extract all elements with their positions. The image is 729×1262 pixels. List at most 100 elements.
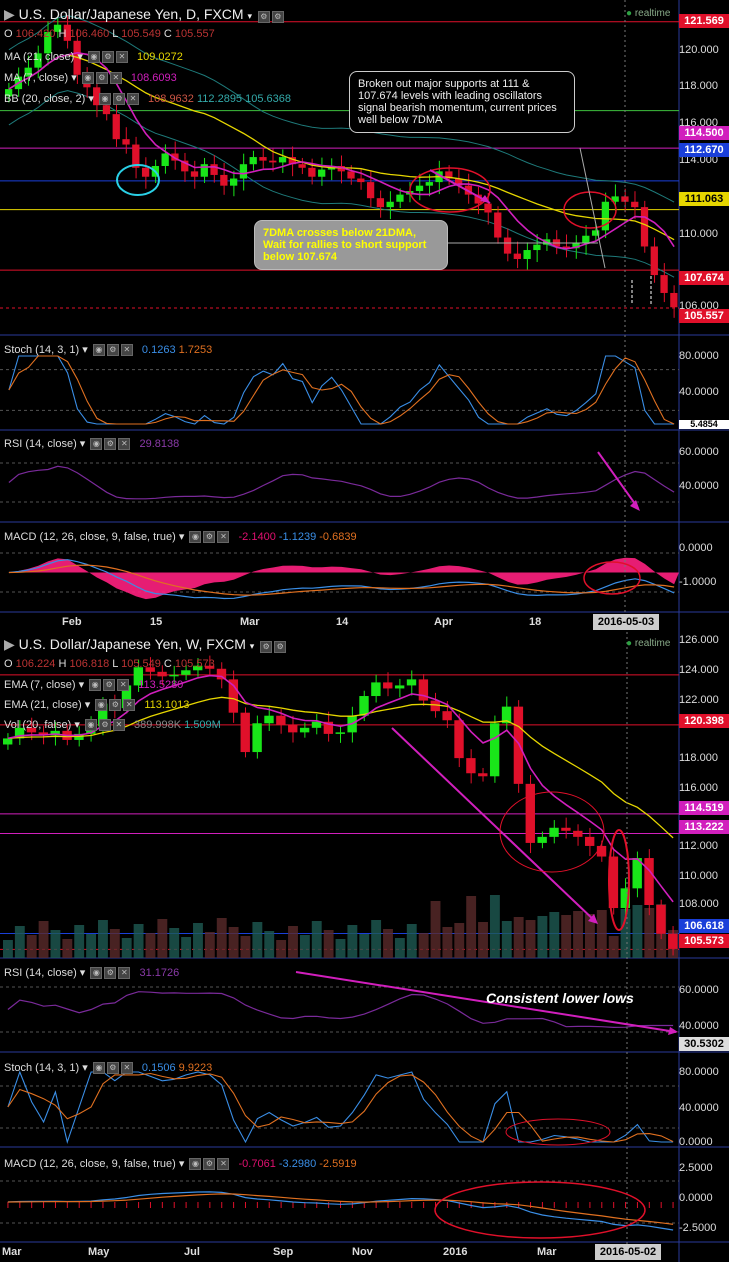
close-icon[interactable]: ✕ [120, 344, 133, 357]
dropdown-icon[interactable]: ▾ [250, 641, 255, 651]
macd-label: MACD (12, 26, close, 9, false, true) [4, 531, 176, 543]
ma21-legend[interactable]: MA (21, close) ▾ ◉ ⚙ ✕ 109.0272 [4, 50, 183, 64]
daily-title-row: ▶ U.S. Dollar/Japanese Yen, D, FXCM ▾ ⚙ ⚙ [4, 6, 284, 23]
annotation-lower-lows: Consistent lower lows [486, 990, 634, 1006]
weekly-macd-legend[interactable]: MACD (12, 26, close, 9, false, true) ▾ ◉… [4, 1157, 357, 1171]
volume-bar [394, 938, 405, 958]
eye-icon[interactable]: ◉ [92, 1062, 105, 1075]
weekly-rsi-legend[interactable]: RSI (14, close) ▾ ◉ ⚙ ✕ 31.1726 [4, 966, 179, 980]
candle-body [347, 171, 355, 179]
gear-icon[interactable]: ⚙ [101, 51, 114, 64]
ohlc-high: 106.818 [69, 658, 110, 670]
close-icon[interactable]: ✕ [109, 72, 122, 85]
eye-icon[interactable]: ◉ [90, 438, 103, 451]
volume-bar [50, 930, 61, 958]
eye-icon[interactable]: ◉ [87, 51, 100, 64]
eye-icon[interactable]: ◉ [92, 344, 105, 357]
volume-bar [133, 924, 144, 958]
close-icon[interactable]: ✕ [217, 531, 230, 544]
close-icon[interactable]: ✕ [123, 699, 136, 712]
gear-icon[interactable]: ⚙ [274, 640, 287, 653]
close-icon[interactable]: ✕ [217, 1158, 230, 1171]
eye-icon[interactable]: ◉ [81, 72, 94, 85]
ema7-legend[interactable]: EMA (7, close) ▾ ◉ ⚙ ✕ 113.5280 [4, 678, 183, 692]
x-label: 18 [529, 616, 542, 628]
eye-icon[interactable]: ◉ [189, 1158, 202, 1171]
daily-stoch-legend[interactable]: Stoch (14, 3, 1) ▾ ◉ ⚙ ✕ 0.1263 1.7253 [4, 343, 212, 357]
vol-legend[interactable]: Vol (20, false) ▾ ◉ ⚙ ✕ 389.998K 1.509M [4, 718, 221, 732]
volume-bar [109, 929, 120, 958]
realtime-label: realtime [634, 8, 671, 19]
gear-icon[interactable]: ⚙ [203, 1158, 216, 1171]
settings-icon[interactable]: ⚙ [257, 10, 270, 23]
candle-body [396, 194, 404, 202]
realtime-dot-icon: ● [626, 638, 633, 649]
daily-rsi-legend[interactable]: RSI (14, close) ▾ ◉ ⚙ ✕ 29.8138 [4, 437, 179, 451]
ema21-legend[interactable]: EMA (21, close) ▾ ◉ ⚙ ✕ 113.1013 [4, 698, 189, 712]
x-label: Feb [62, 616, 82, 628]
volume-bar [181, 937, 192, 958]
dropdown-icon[interactable]: ▾ [247, 11, 252, 21]
close-icon[interactable]: ✕ [112, 719, 125, 732]
volume-bar [478, 922, 488, 958]
stoch-tick: 0.0000 [679, 1136, 713, 1148]
settings-icon[interactable]: ⚙ [260, 640, 273, 653]
candle-body [157, 671, 167, 677]
eye-icon[interactable]: ◉ [84, 719, 97, 732]
candle-body [230, 178, 238, 186]
gear-icon[interactable]: ⚙ [95, 72, 108, 85]
stoch-label: Stoch (14, 3, 1) [4, 344, 80, 356]
candle-body [181, 670, 191, 675]
macd-label: MACD (12, 26, close, 9, false, true) [4, 1158, 176, 1170]
close-icon[interactable]: ✕ [118, 438, 131, 451]
ohlc-low: 105.549 [121, 28, 161, 40]
x-label: 15 [150, 616, 163, 628]
price-tag: 113.222 [679, 820, 729, 834]
price-tick: 122.000 [679, 694, 719, 706]
candle-body [366, 182, 375, 199]
close-icon[interactable]: ✕ [120, 1062, 133, 1075]
gear-icon[interactable]: ⚙ [112, 93, 125, 106]
daily-macd-legend[interactable]: MACD (12, 26, close, 9, false, true) ▾ ◉… [4, 530, 357, 544]
eye-icon[interactable]: ◉ [189, 531, 202, 544]
gear-icon[interactable]: ⚙ [104, 438, 117, 451]
candle-body [318, 169, 326, 177]
eye-icon[interactable]: ◉ [98, 93, 111, 106]
weekly-stoch-legend[interactable]: Stoch (14, 3, 1) ▾ ◉ ⚙ ✕ 0.1506 9.9223 [4, 1061, 212, 1075]
gear-icon[interactable]: ⚙ [271, 10, 284, 23]
bb-legend[interactable]: BB (20, close, 2) ▾ ◉ ⚙ ✕ 108.9632 112.289… [4, 92, 291, 106]
close-icon[interactable]: ✕ [118, 967, 131, 980]
close-icon[interactable]: ✕ [117, 679, 130, 692]
candle-body [549, 827, 559, 837]
macd-signal-line [7, 1193, 674, 1225]
rsi-tick: 40.0000 [679, 480, 719, 492]
gear-icon[interactable]: ⚙ [203, 531, 216, 544]
gear-icon[interactable]: ⚙ [98, 719, 111, 732]
bb-value-basis: 108.9632 [148, 93, 194, 105]
close-icon[interactable]: ✕ [126, 93, 139, 106]
eye-icon[interactable]: ◉ [95, 699, 108, 712]
candle-body [523, 250, 531, 259]
candle-body [660, 275, 668, 293]
gear-icon[interactable]: ⚙ [103, 679, 116, 692]
macd-line-value: -3.2980 [278, 1158, 317, 1170]
price-tick: 124.000 [679, 664, 719, 676]
trend-arrow [597, 451, 639, 509]
gear-icon[interactable]: ⚙ [106, 1062, 119, 1075]
stoch-k-line [7, 1070, 674, 1144]
volume-bar [418, 933, 429, 958]
eye-icon[interactable]: ◉ [89, 679, 102, 692]
gear-icon[interactable]: ⚙ [109, 699, 122, 712]
close-icon[interactable]: ✕ [115, 51, 128, 64]
stoch-tag: 5.4854 [679, 420, 729, 429]
eye-icon[interactable]: ◉ [90, 967, 103, 980]
gear-icon[interactable]: ⚙ [106, 344, 119, 357]
price-tick: 112.000 [679, 840, 718, 852]
volume-bar [62, 939, 73, 958]
gear-icon[interactable]: ⚙ [104, 967, 117, 980]
callout-pointer [579, 147, 606, 269]
candle-body [122, 139, 130, 145]
volume-bar [632, 905, 643, 958]
ma7-legend[interactable]: MA (7, close) ▾ ◉ ⚙ ✕ 108.6093 [4, 71, 177, 85]
candle-body [525, 783, 535, 843]
